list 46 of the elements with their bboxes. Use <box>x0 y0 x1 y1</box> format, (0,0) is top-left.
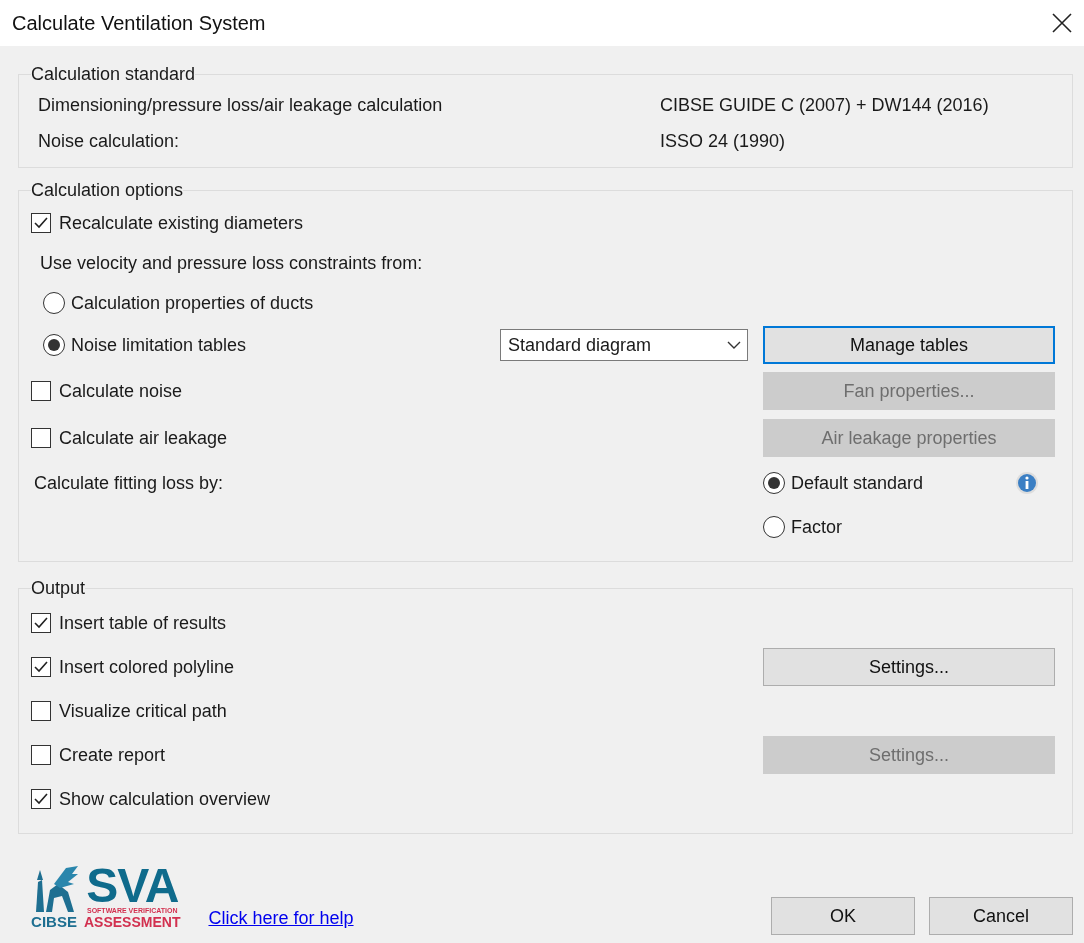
checkbox-label: Recalculate existing diameters <box>59 212 304 234</box>
logo-text: SVA <box>86 864 179 908</box>
section-label: Use velocity and pressure loss constraints from: <box>40 252 423 274</box>
checkbox-label: Insert colored polyline <box>59 656 235 678</box>
setting-value: ISSO 24 (1990) <box>660 130 786 152</box>
checkbox[interactable] <box>31 745 51 765</box>
info-icon[interactable] <box>1015 471 1039 495</box>
help-link[interactable]: Click here for help <box>208 908 354 928</box>
group-title: Output <box>31 578 86 599</box>
logo-text: CIBSE <box>31 914 77 929</box>
chevron-down-icon <box>727 341 741 349</box>
setting-label: Noise calculation: <box>37 130 181 152</box>
group-title: Calculation standard <box>31 64 196 85</box>
group-title: Calculation options <box>31 180 184 201</box>
radio-label: Noise limitation tables <box>71 334 247 356</box>
checkbox[interactable] <box>31 613 51 633</box>
button[interactable]: Settings... <box>763 648 1055 686</box>
radio-button[interactable] <box>43 292 65 314</box>
setting-value: CIBSE GUIDE C (2007) + DW144 (2016) <box>660 94 989 116</box>
radio-label: Calculation properties of ducts <box>71 292 314 314</box>
checkbox[interactable] <box>31 701 51 721</box>
checkbox-label: Insert table of results <box>59 612 227 634</box>
checkbox-label: Visualize critical path <box>59 700 227 722</box>
window-title: Calculate Ventilation System <box>12 11 266 35</box>
checkbox[interactable] <box>31 213 51 233</box>
checkbox-label: Create report <box>59 744 166 766</box>
radio-label: Default standard <box>791 472 925 494</box>
checkbox[interactable] <box>31 428 51 448</box>
checkbox-label: Calculate air leakage <box>59 427 228 449</box>
checkbox[interactable] <box>31 657 51 677</box>
setting-label: Dimensioning/pressure loss/air leakage calculation <box>37 94 444 116</box>
button[interactable]: Manage tables <box>763 326 1055 364</box>
radio-button[interactable] <box>763 472 785 494</box>
close-icon[interactable] <box>1052 13 1072 33</box>
checkbox[interactable] <box>31 789 51 809</box>
button[interactable]: OK <box>771 897 915 935</box>
section-label: Calculate fitting loss by: <box>34 472 224 494</box>
button[interactable]: Cancel <box>929 897 1073 935</box>
logo-text: ASSESSMENT <box>84 915 181 929</box>
table-dropdown[interactable]: Standard diagram <box>500 329 748 361</box>
checkbox-label: Show calculation overview <box>59 788 271 810</box>
checkbox[interactable] <box>31 381 51 401</box>
radio-label: Factor <box>791 516 843 538</box>
checkbox-label: Calculate noise <box>59 380 183 402</box>
radio-button[interactable] <box>43 334 65 356</box>
radio-button[interactable] <box>763 516 785 538</box>
